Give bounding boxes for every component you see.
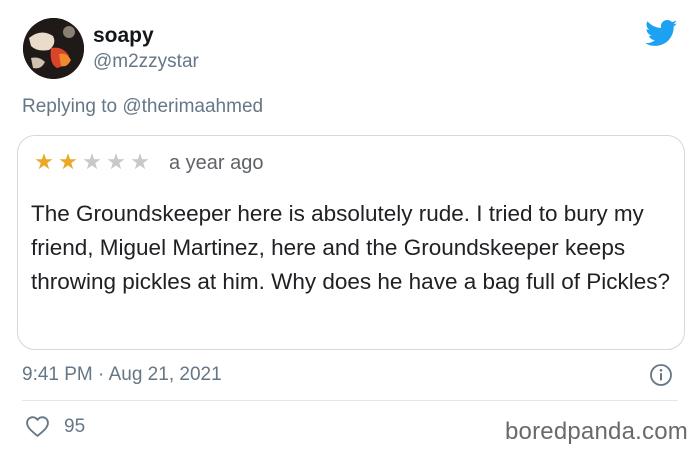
avatar-icon	[23, 18, 84, 79]
star-empty-icon: ★	[130, 149, 150, 174]
info-icon[interactable]	[649, 363, 673, 387]
replying-prefix: Replying to	[22, 96, 118, 117]
star-filled-icon: ★	[34, 149, 54, 174]
tweet-timestamp[interactable]: 9:41 PM · Aug 21, 2021	[22, 364, 222, 386]
avatar[interactable]	[23, 18, 84, 79]
review-text: The Groundskeeper here is absolutely rud…	[31, 201, 671, 294]
star-empty-icon: ★	[82, 149, 102, 174]
divider	[22, 400, 678, 401]
reply-mention-link[interactable]: @therimaahmed	[122, 96, 263, 117]
watermark: boredpanda.com	[505, 418, 688, 445]
twitter-bird-icon[interactable]	[645, 20, 678, 47]
like-button[interactable]: 95	[25, 414, 85, 439]
review-card: ★ ★ ★ ★ ★ a year ago The Groundskeeper here …	[17, 135, 685, 350]
review-time: a year ago	[169, 152, 264, 174]
like-count: 95	[64, 415, 86, 437]
display-name[interactable]: soapy	[93, 24, 154, 48]
heart-icon	[26, 416, 49, 437]
star-filled-icon: ★	[58, 149, 78, 174]
replying-to: Replying to @therimaahmed	[22, 96, 263, 118]
star-rating: ★ ★ ★ ★ ★	[32, 150, 152, 174]
tweet-card: soapy @m2zzystar Replying to @therimaahm…	[0, 0, 700, 453]
star-empty-icon: ★	[106, 149, 126, 174]
user-handle[interactable]: @m2zzystar	[93, 51, 199, 73]
